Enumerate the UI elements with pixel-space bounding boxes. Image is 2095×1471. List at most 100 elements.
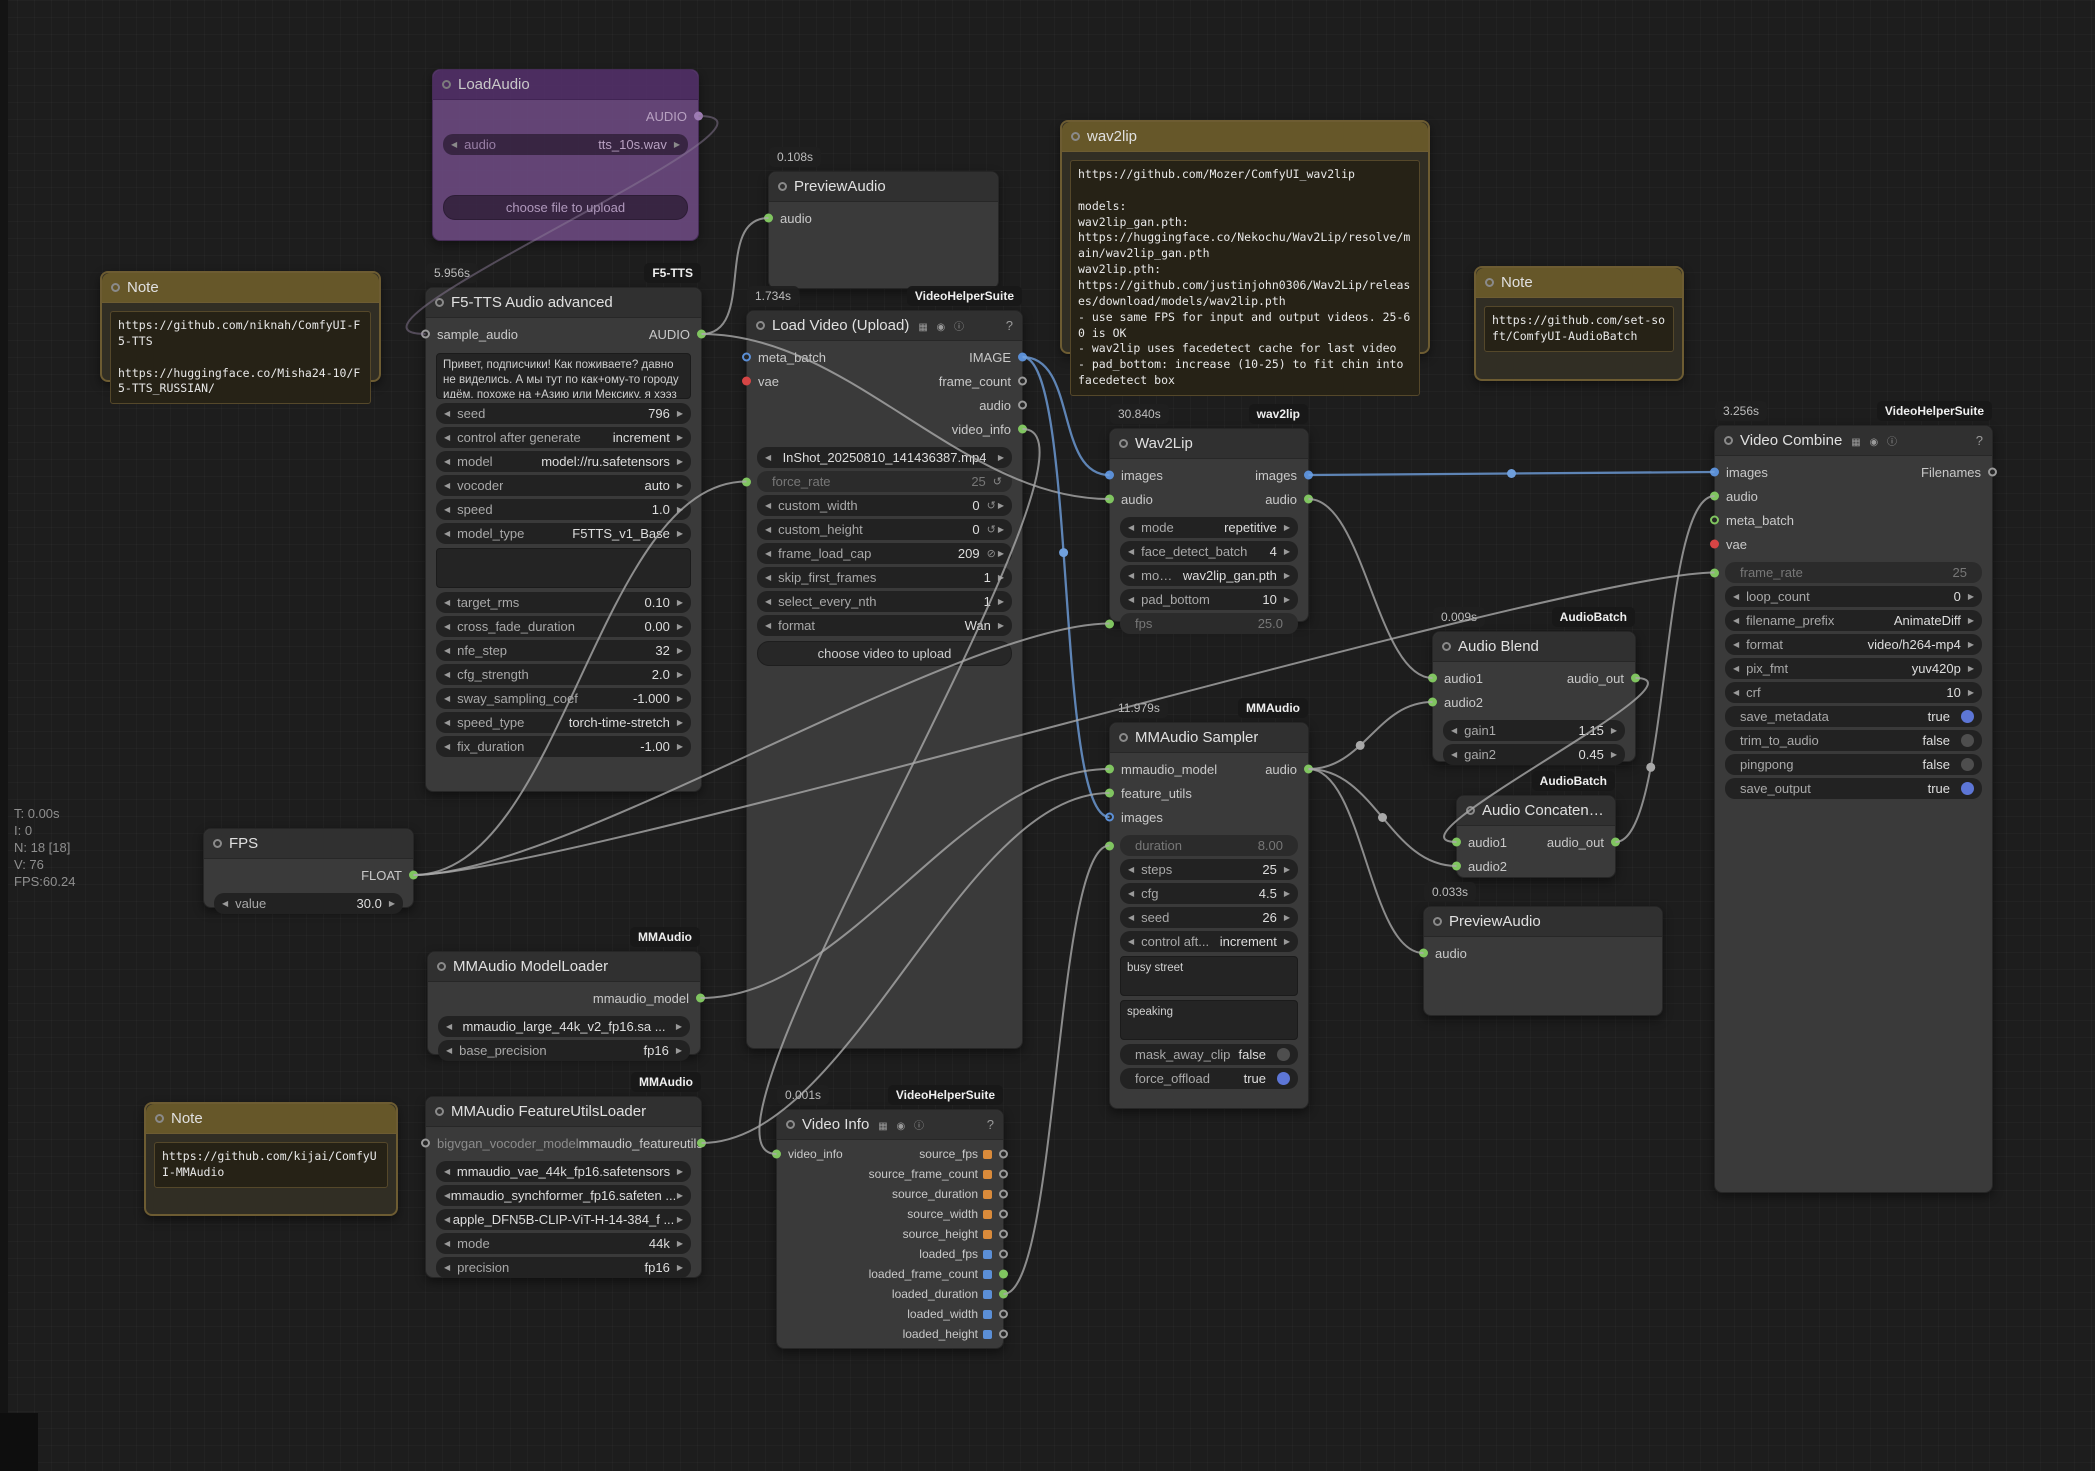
decrement-arrow[interactable]: ◀ [446, 1046, 452, 1055]
increment-arrow[interactable]: ▶ [677, 481, 683, 490]
node-titlebar[interactable]: MMAudio ModelLoader [428, 952, 700, 982]
node-titlebar[interactable]: MMAudio Sampler [1110, 723, 1308, 753]
node-video-info[interactable]: 0.001sVideoHelperSuiteVideo Info▦ ◉ ⓘ?vi… [776, 1109, 1004, 1349]
increment-arrow[interactable]: ▶ [1284, 595, 1290, 604]
slot-source-height-output-dot[interactable] [999, 1230, 1008, 1239]
increment-arrow[interactable]: ▶ [677, 1167, 683, 1176]
collapse-dot[interactable] [111, 283, 120, 292]
collapse-dot[interactable] [1466, 806, 1475, 815]
collapse-dot[interactable] [1485, 278, 1494, 287]
decrement-arrow[interactable]: ◀ [444, 694, 450, 703]
value-widget[interactable]: ◀value30.0▶ [214, 893, 403, 914]
format-widget[interactable]: ◀formatWan▶ [757, 615, 1012, 636]
audio-widget[interactable]: ◀audiotts_10s.wav▶ [443, 134, 688, 155]
decrement-arrow[interactable]: ◀ [1733, 616, 1739, 625]
slot-video-info-input-dot[interactable] [772, 1150, 781, 1159]
pingpong-toggle[interactable]: pingpongfalse [1725, 754, 1982, 775]
decrement-arrow[interactable]: ◀ [444, 622, 450, 631]
target-rms-widget[interactable]: ◀target_rms0.10▶ [436, 592, 691, 613]
node-wav2lip[interactable]: 30.840swav2lipWav2Lipimagesimagesaudioau… [1109, 428, 1309, 622]
combo-widget[interactable]: ◀mmaudio_vae_44k_fp16.safetensors▶ [436, 1161, 691, 1182]
slot-vae-input-dot[interactable] [742, 377, 751, 386]
help-icon[interactable]: ? [1976, 433, 1983, 448]
node-preview-audio-1[interactable]: 0.108sPreviewAudioaudio [768, 171, 999, 289]
slot-source-frame-count-output-dot[interactable] [999, 1170, 1008, 1179]
decrement-arrow[interactable]: ◀ [1451, 750, 1457, 759]
face-detect-batch-widget[interactable]: ◀face_detect_batch4▶ [1120, 541, 1298, 562]
increment-arrow[interactable]: ▶ [677, 529, 683, 538]
help-icon[interactable]: ? [987, 1117, 994, 1132]
decrement-arrow[interactable]: ◀ [444, 646, 450, 655]
reroute-dot[interactable] [1059, 548, 1068, 557]
node-audio-blend[interactable]: 0.009sAudioBatchAudio Blendaudio1audio_o… [1432, 631, 1636, 762]
node-titlebar[interactable]: Wav2Lip [1110, 429, 1308, 459]
increment-arrow[interactable]: ▶ [677, 718, 683, 727]
control-after-generate-widget[interactable]: ◀control after generateincrement▶ [436, 427, 691, 448]
slot-audio-out-output-dot[interactable] [1631, 674, 1640, 683]
node-load-audio[interactable]: LoadAudioAUDIO◀audiotts_10s.wav▶choose f… [432, 69, 699, 241]
decrement-arrow[interactable]: ◀ [765, 597, 771, 606]
nfe-step-widget[interactable]: ◀nfe_step32▶ [436, 640, 691, 661]
increment-arrow[interactable]: ▶ [1284, 889, 1290, 898]
collapse-dot[interactable] [155, 1114, 164, 1123]
slot-vae-input-dot[interactable] [1710, 540, 1719, 549]
prompt-text-widget[interactable] [436, 548, 691, 588]
collapse-dot[interactable] [1433, 917, 1442, 926]
fix-duration-widget[interactable]: ◀fix_duration-1.00▶ [436, 736, 691, 757]
decrement-arrow[interactable]: ◀ [444, 718, 450, 727]
slot-feature-utils-input-dot[interactable] [1105, 789, 1114, 798]
collapse-dot[interactable] [435, 1107, 444, 1116]
prompt-text-widget[interactable]: speaking [1120, 1000, 1298, 1040]
increment-arrow[interactable]: ▶ [677, 1215, 683, 1224]
reroute-dot[interactable] [1507, 469, 1516, 478]
increment-arrow[interactable]: ▶ [677, 505, 683, 514]
increment-arrow[interactable]: ▶ [677, 1191, 683, 1200]
slot-audio-input-dot[interactable] [1105, 495, 1114, 504]
collapse-dot[interactable] [213, 839, 222, 848]
node-titlebar[interactable]: LoadAudio [433, 70, 698, 100]
toggle-pill[interactable] [1961, 710, 1974, 723]
slot-loaded-width-output-dot[interactable] [999, 1310, 1008, 1319]
reset-icon[interactable]: ↺ [987, 523, 996, 536]
increment-arrow[interactable]: ▶ [1284, 547, 1290, 556]
gain1-widget[interactable]: ◀gain11.15▶ [1443, 720, 1625, 741]
reroute-dot[interactable] [1356, 741, 1365, 750]
decrement-arrow[interactable]: ◀ [765, 549, 771, 558]
increment-arrow[interactable]: ▶ [998, 453, 1004, 462]
node-titlebar[interactable]: FPS [204, 829, 413, 859]
collapse-dot[interactable] [1119, 439, 1128, 448]
frame-rate-widget[interactable]: frame_rate25 [1725, 562, 1982, 583]
decrement-arrow[interactable]: ◀ [1128, 913, 1134, 922]
slot-images-input-dot[interactable] [1105, 813, 1114, 822]
combo-widget[interactable]: ◀mmaudio_synchformer_fp16.safeten ...▶ [436, 1185, 691, 1206]
format-widget[interactable]: ◀formatvideo/h264-mp4▶ [1725, 634, 1982, 655]
decrement-arrow[interactable]: ◀ [1733, 592, 1739, 601]
node-titlebar[interactable]: Note [102, 273, 379, 303]
decrement-arrow[interactable]: ◀ [1128, 937, 1134, 946]
decrement-arrow[interactable]: ◀ [444, 529, 450, 538]
crf-widget[interactable]: ◀crf10▶ [1725, 682, 1982, 703]
collapse-dot[interactable] [1724, 436, 1733, 445]
node-titlebar[interactable]: Video Info▦ ◉ ⓘ? [777, 1110, 1003, 1140]
cfg-strength-widget[interactable]: ◀cfg_strength2.0▶ [436, 664, 691, 685]
node-titlebar[interactable]: F5-TTS Audio advanced [426, 288, 701, 318]
decrement-arrow[interactable]: ◀ [444, 409, 450, 418]
vocoder-widget[interactable]: ◀vocoderauto▶ [436, 475, 691, 496]
seed-widget[interactable]: ◀seed796▶ [436, 403, 691, 424]
save-metadata-toggle[interactable]: save_metadatatrue [1725, 706, 1982, 727]
skip-first-frames-widget[interactable]: ◀skip_first_frames1▶ [757, 567, 1012, 588]
precision-widget[interactable]: ◀precisionfp16▶ [436, 1257, 691, 1278]
slot-loaded-duration-output-dot[interactable] [999, 1290, 1008, 1299]
node-load-video[interactable]: 1.734sVideoHelperSuiteLoad Video (Upload… [746, 310, 1023, 1049]
decrement-arrow[interactable]: ◀ [1128, 865, 1134, 874]
slot-bigvgan-vocoder-model-input-dot[interactable] [421, 1139, 430, 1148]
loop-count-widget[interactable]: ◀loop_count0▶ [1725, 586, 1982, 607]
decrement-arrow[interactable]: ◀ [444, 481, 450, 490]
slot-mmaudio-model-input-dot[interactable] [1105, 765, 1114, 774]
increment-arrow[interactable]: ▶ [677, 646, 683, 655]
node-titlebar[interactable]: Audio Concatenate [1457, 796, 1615, 826]
collapse-dot[interactable] [435, 298, 444, 307]
widget-input-dot[interactable] [1105, 841, 1114, 850]
decrement-arrow[interactable]: ◀ [444, 670, 450, 679]
model-widget[interactable]: ◀modelmodel://ru.safetensors▶ [436, 451, 691, 472]
